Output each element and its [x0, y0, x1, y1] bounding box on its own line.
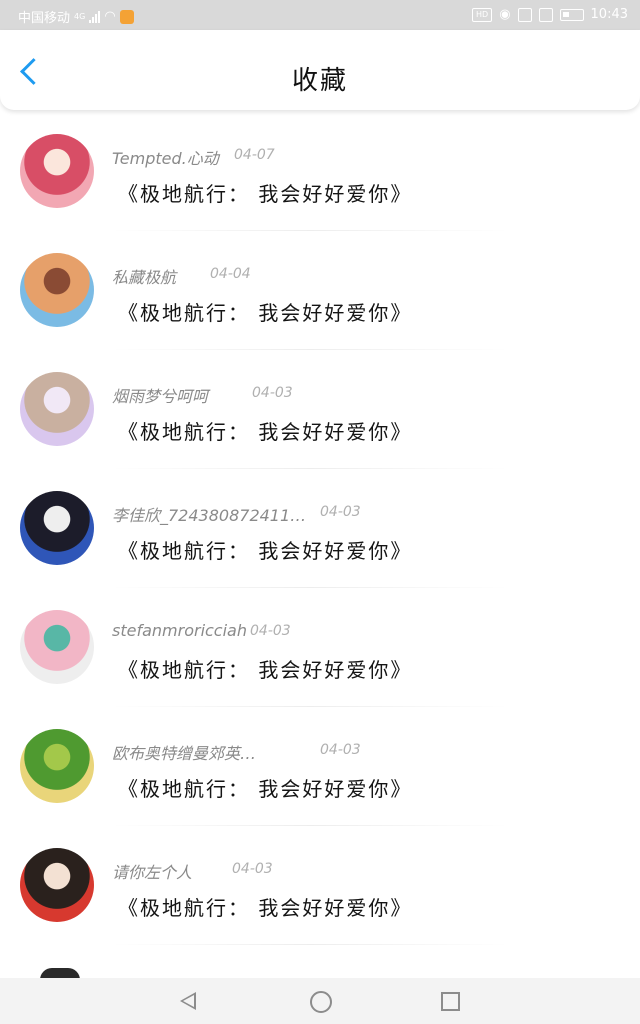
- list-item[interactable]: Tempted.心动 04-07 《极地航行： 我会好好爱你》: [0, 112, 640, 231]
- status-right: HD ◉ 10:43: [472, 7, 628, 22]
- post-date: 04-07: [234, 147, 275, 163]
- eye-icon: ◉: [499, 7, 511, 22]
- nav-back-icon[interactable]: [180, 992, 196, 1010]
- user-name: stefanmroricciah: [112, 621, 247, 640]
- user-name: 请你左个人: [112, 863, 193, 882]
- system-nav-bar: [0, 978, 640, 1024]
- list-item[interactable]: 请你左个人 04-03 《极地航行： 我会好好爱你》: [0, 826, 640, 945]
- battery-icon: [559, 8, 584, 21]
- avatar[interactable]: [20, 729, 94, 803]
- status-bar: 中国移动 4G ◠ HD ◉ 10:43: [0, 0, 640, 30]
- page-title: 收藏: [291, 66, 348, 96]
- hd-icon: HD: [472, 7, 493, 22]
- avatar[interactable]: [20, 372, 94, 446]
- avatar[interactable]: [20, 848, 94, 922]
- signal-icon: [89, 10, 101, 23]
- song-title: 《极地航行： 我会好好爱你》: [118, 539, 413, 563]
- post-date: 04-04: [210, 266, 251, 282]
- clock-label: 10:43: [590, 7, 628, 22]
- song-title: 《极地航行： 我会好好爱你》: [118, 182, 413, 206]
- list-item[interactable]: 欧布奥特缯曼郊英… 04-03 《极地航行： 我会好好爱你》: [0, 707, 640, 826]
- post-date: 04-03: [250, 623, 291, 639]
- alarm-icon: [517, 7, 532, 22]
- nav-recent-icon[interactable]: [441, 992, 460, 1011]
- song-title: 《极地航行： 我会好好爱你》: [118, 301, 413, 325]
- avatar[interactable]: [20, 253, 94, 327]
- post-date: 04-03: [252, 385, 293, 401]
- post-date: 04-03: [320, 504, 361, 520]
- song-title: 《极地航行： 我会好好爱你》: [118, 658, 413, 682]
- nav-home-icon[interactable]: [310, 991, 332, 1013]
- user-name: 李佳欣_724380872411…: [112, 506, 307, 525]
- list-item[interactable]: stefanmroricciah 04-03 《极地航行： 我会好好爱你》: [0, 588, 640, 707]
- divider: [110, 944, 510, 945]
- post-date: 04-03: [320, 742, 361, 758]
- header-bar: 收藏: [0, 30, 640, 110]
- user-name: Tempted.心动: [112, 149, 219, 168]
- song-title: 《极地航行： 我会好好爱你》: [118, 777, 413, 801]
- post-date: 04-03: [232, 861, 273, 877]
- vibrate-icon: [538, 7, 553, 22]
- status-left: 中国移动 4G ◠: [18, 7, 134, 26]
- song-title: 《极地航行： 我会好好爱你》: [118, 896, 413, 920]
- list-item[interactable]: 李佳欣_724380872411… 04-03 《极地航行： 我会好好爱你》: [0, 469, 640, 588]
- carrier-label: 中国移动: [18, 11, 71, 26]
- song-title: 《极地航行： 我会好好爱你》: [118, 420, 413, 444]
- avatar[interactable]: [20, 491, 94, 565]
- avatar[interactable]: [20, 610, 94, 684]
- network-label: 4G: [74, 12, 86, 21]
- avatar[interactable]: [20, 134, 94, 208]
- user-name: 私藏极航: [112, 268, 177, 287]
- user-name: 欧布奥特缯曼郊英…: [112, 744, 257, 763]
- list-item[interactable]: 私藏极航 04-04 《极地航行： 我会好好爱你》: [0, 231, 640, 350]
- list-item[interactable]: 烟雨梦兮呵呵 04-03 《极地航行： 我会好好爱你》: [0, 350, 640, 469]
- app-notification-icon: [119, 9, 134, 24]
- wifi-icon: ◠: [104, 9, 116, 24]
- user-name: 烟雨梦兮呵呵: [112, 387, 209, 406]
